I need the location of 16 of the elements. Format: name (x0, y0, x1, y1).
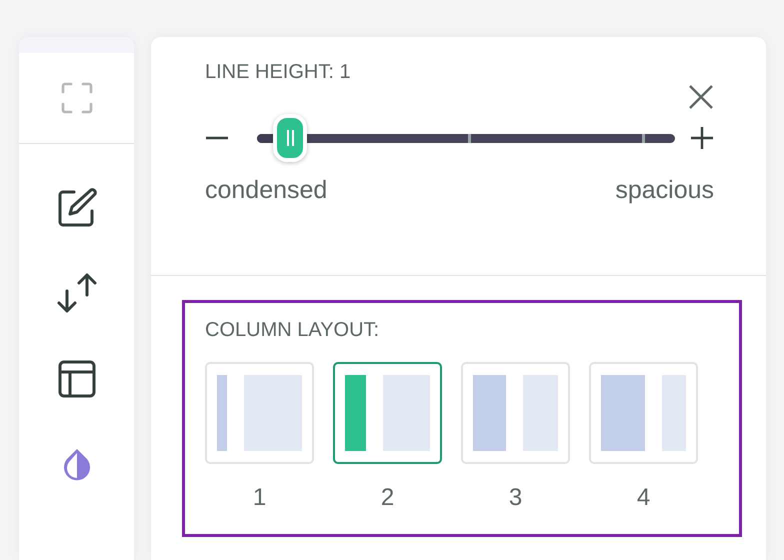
swap-arrows-icon[interactable] (56, 273, 96, 313)
option-number: 4 (636, 484, 650, 512)
column-layout-label: COLUMN LAYOUT: (205, 319, 380, 342)
drop-icon[interactable] (62, 448, 92, 482)
layout-option[interactable] (333, 362, 442, 464)
line-height-label: LINE HEIGHT: 1 (205, 61, 352, 84)
layout-icon[interactable] (58, 360, 96, 398)
min-label: condensed (205, 176, 328, 205)
close-icon[interactable] (688, 84, 714, 110)
max-label: spacious (615, 176, 714, 205)
option-number: 2 (380, 484, 394, 512)
plus-icon[interactable] (690, 126, 714, 150)
line-height-slider[interactable] (257, 134, 675, 142)
edit-icon[interactable] (56, 187, 96, 227)
option-number: 3 (508, 484, 522, 512)
option-number: 1 (252, 484, 266, 512)
